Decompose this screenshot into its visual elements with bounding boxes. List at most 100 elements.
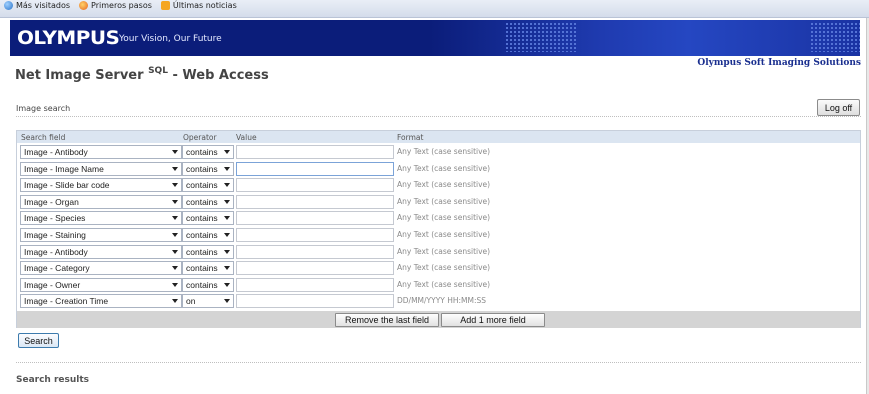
search-row: Image - Category contains Any Text (case s… [17, 260, 860, 277]
search-field-value: Image - Antibody [24, 246, 88, 257]
search-table-footer: Remove the last field Add 1 more field [17, 311, 860, 328]
search-button[interactable]: Search [18, 333, 59, 348]
value-input[interactable] [236, 277, 394, 292]
operator-value: contains [186, 230, 218, 240]
operator-value: contains [186, 279, 218, 290]
search-row: Image - Creation Time on DD/MM/YYYY HH:MM:… [17, 293, 860, 310]
bookmark-label: Primeros pasos [91, 0, 152, 10]
format-hint: Any Text (case sensitive) [397, 230, 491, 239]
chevron-down-icon [172, 282, 178, 287]
search-panel: Search field Operator Value Format Image… [16, 130, 861, 328]
format-hint: DD/MM/YYYY HH:MM:SS [397, 296, 487, 306]
search-field-value: Image - Owner [24, 279, 81, 290]
search-field-select[interactable]: Image - Image Name [20, 161, 182, 176]
operator-value: contains [186, 246, 218, 257]
search-field-select[interactable]: Image - Slide bar code [20, 178, 182, 193]
column-header-format: Format [397, 133, 424, 142]
format-hint: Any Text (case sensitive) [397, 196, 491, 206]
search-field-select[interactable]: Image - Category [20, 261, 182, 276]
operator-select[interactable]: contains [182, 145, 234, 159]
search-field-select[interactable]: Image - Antibody [20, 244, 182, 259]
value-input[interactable] [236, 261, 394, 276]
operator-select[interactable]: contains [182, 228, 234, 242]
add-field-button[interactable]: Add 1 more field [441, 313, 545, 327]
chevron-down-icon [224, 233, 230, 237]
chevron-down-icon [224, 166, 230, 171]
firefox-icon [79, 0, 89, 10]
search-row: Image - Owner contains Any Text (case sens… [17, 277, 860, 294]
operator-value: contains [186, 163, 218, 174]
bookmark-most-visited[interactable]: Más visitados [4, 0, 70, 10]
search-field-select[interactable]: Image - Antibody [20, 145, 182, 159]
value-input[interactable] [236, 244, 394, 259]
chevron-down-icon [224, 249, 230, 254]
search-field-select[interactable]: Image - Species [20, 211, 182, 226]
banner-tagline: Your Vision, Our Future [119, 34, 222, 44]
remove-last-field-button[interactable]: Remove the last field [335, 313, 439, 327]
operator-value: contains [186, 196, 218, 207]
chevron-down-icon [172, 150, 178, 154]
title-suffix: - Web Access [167, 68, 269, 83]
operator-select[interactable]: on [182, 294, 234, 309]
column-header-field: Search field [21, 133, 66, 142]
value-input[interactable] [236, 161, 394, 176]
search-row: Image - Organ contains Any Text (case sens… [17, 194, 860, 211]
search-field-select[interactable]: Image - Creation Time [20, 294, 182, 309]
format-hint: Any Text (case sensitive) [397, 163, 491, 173]
value-input[interactable] [236, 228, 394, 242]
company-name: Olympus Soft Imaging Solutions [697, 58, 861, 68]
banner-gradient [430, 20, 860, 56]
format-hint: Any Text (case sensitive) [397, 279, 491, 289]
format-hint: Any Text (case sensitive) [397, 147, 491, 156]
banner-dot-pattern [810, 22, 860, 52]
operator-select[interactable]: contains [182, 194, 234, 209]
search-table-header: Search field Operator Value Format [17, 131, 860, 143]
column-header-operator: Operator [183, 133, 217, 142]
search-row: Image - Antibody contains Any Text (case s… [17, 244, 860, 261]
search-field-value: Image - Staining [24, 230, 86, 240]
operator-select[interactable]: contains [182, 211, 234, 226]
operator-value: contains [186, 147, 218, 157]
section-label-image-search: Image search [16, 104, 71, 113]
chevron-down-icon [224, 299, 230, 304]
format-hint: Any Text (case sensitive) [397, 246, 491, 256]
operator-select[interactable]: contains [182, 244, 234, 259]
search-row: Image - Slide bar code contains Any Text (… [17, 177, 860, 194]
search-field-select[interactable]: Image - Staining [20, 228, 182, 242]
search-field-value: Image - Image Name [24, 163, 104, 174]
column-header-value: Value [236, 133, 257, 142]
search-field-select[interactable]: Image - Owner [20, 277, 182, 292]
operator-value: contains [186, 263, 218, 274]
value-input[interactable] [236, 194, 394, 209]
value-input[interactable] [236, 145, 394, 159]
log-off-button[interactable]: Log off [817, 99, 860, 116]
value-input[interactable] [236, 178, 394, 193]
bookmark-label: Últimas noticias [172, 0, 237, 10]
chevron-down-icon [224, 199, 230, 204]
chevron-down-icon [172, 183, 178, 188]
operator-select[interactable]: contains [182, 161, 234, 176]
search-field-select[interactable]: Image - Organ [20, 194, 182, 209]
olympus-logo: OLYMPUS [17, 27, 120, 49]
operator-value: contains [186, 213, 218, 224]
search-field-value: Image - Organ [24, 196, 79, 207]
rss-icon [160, 0, 170, 10]
operator-select[interactable]: contains [182, 261, 234, 276]
search-field-value: Image - Species [24, 213, 86, 224]
divider [16, 116, 861, 117]
value-input[interactable] [236, 211, 394, 226]
divider [16, 362, 861, 363]
bookmark-latest-news[interactable]: Últimas noticias [160, 0, 237, 10]
chevron-down-icon [224, 266, 230, 271]
bookmarks-toolbar: Más visitados Primeros pasos Últimas not… [0, 0, 869, 18]
operator-select[interactable]: contains [182, 178, 234, 193]
chevron-down-icon [172, 266, 178, 271]
operator-select[interactable]: contains [182, 277, 234, 292]
bookmark-getting-started[interactable]: Primeros pasos [79, 0, 152, 10]
page-title: Net Image Server SQL - Web Access [15, 66, 269, 83]
title-text: Net Image Server [15, 68, 144, 83]
operator-value: on [186, 296, 196, 307]
value-input[interactable] [236, 294, 394, 309]
banner-dot-pattern [505, 22, 577, 52]
chevron-down-icon [224, 183, 230, 188]
